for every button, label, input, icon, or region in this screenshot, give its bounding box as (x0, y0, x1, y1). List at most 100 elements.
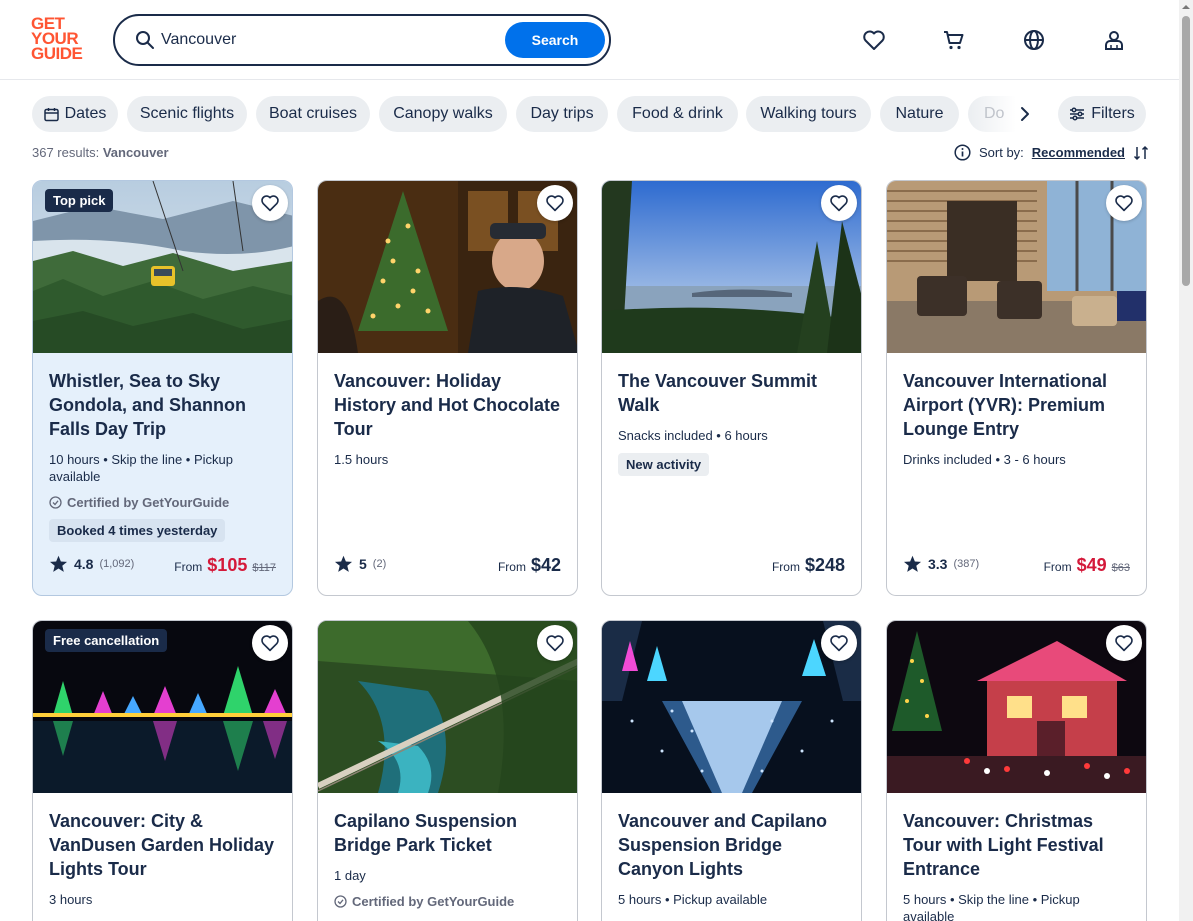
booked-badge: Booked 4 times yesterday (49, 519, 226, 542)
globe-icon[interactable] (1021, 27, 1047, 53)
page-scrollbar[interactable] (1179, 0, 1193, 921)
activity-image[interactable] (887, 181, 1146, 353)
chip-scenic-flights[interactable]: Scenic flights (127, 96, 247, 132)
info-icon[interactable] (954, 144, 971, 161)
top-pick-badge: Top pick (45, 189, 114, 212)
wishlist-heart-icon[interactable] (537, 625, 573, 661)
review-count: (1,092) (99, 558, 135, 570)
price-amount: $105 (207, 555, 248, 575)
check-badge-icon (334, 895, 347, 908)
star-icon (49, 555, 68, 572)
wishlist-heart-icon[interactable] (252, 185, 288, 221)
search-input[interactable] (161, 27, 491, 53)
certified-label: Certified by GetYourGuide (334, 894, 561, 909)
activity-image[interactable] (602, 621, 861, 793)
card-footer: 3.3 (387) From $49 $63 (903, 555, 1130, 577)
card-body: The Vancouver Summit Walk Snacks include… (602, 353, 861, 476)
chip-label: Canopy walks (393, 105, 493, 122)
activity-title[interactable]: Vancouver International Airport (YVR): P… (903, 369, 1130, 441)
card-footer: 5 (2) From $42 (334, 555, 561, 577)
filter-chips: Dates Scenic flights Boat cruises Canopy… (32, 96, 962, 132)
activity-meta: 5 hours • Pickup available (618, 892, 768, 907)
filters-label: Filters (1091, 105, 1135, 122)
chip-day-trips[interactable]: Day trips (516, 96, 608, 132)
wishlist-heart-icon[interactable] (1106, 625, 1142, 661)
activity-title[interactable]: Whistler, Sea to Sky Gondola, and Shanno… (49, 369, 276, 441)
search-icon (136, 31, 154, 49)
chevron-right-icon[interactable] (1012, 100, 1038, 128)
sort-label: Sort by: (979, 145, 1024, 160)
review-count: (387) (953, 558, 980, 570)
activity-image[interactable] (318, 181, 577, 353)
activity-meta: Snacks included • 6 hours (618, 428, 768, 443)
chip-label: Dates (64, 105, 107, 122)
wishlist-heart-icon[interactable] (1106, 185, 1142, 221)
chip-truncated[interactable]: Do (968, 96, 1016, 132)
activity-card[interactable]: Vancouver and Capilano Suspension Bridge… (601, 620, 862, 921)
filters-button[interactable]: Filters (1058, 96, 1146, 132)
price: From $248 (772, 555, 845, 576)
chip-label: Boat cruises (268, 105, 358, 122)
wishlist-heart-icon[interactable] (537, 185, 573, 221)
chip-boat-cruises[interactable]: Boat cruises (256, 96, 370, 132)
activity-title[interactable]: Capilano Suspension Bridge Park Ticket (334, 809, 561, 857)
calendar-icon (43, 107, 59, 121)
card-body: Capilano Suspension Bridge Park Ticket 1… (318, 793, 577, 909)
price-amount: $248 (804, 555, 845, 575)
top-header: GET YOUR GUIDE Search (0, 0, 1193, 80)
activity-image[interactable] (602, 181, 861, 353)
chip-label: Food & drink (632, 105, 723, 122)
chip-walking-tours[interactable]: Walking tours (746, 96, 871, 132)
chip-canopy-walks[interactable]: Canopy walks (379, 96, 507, 132)
activity-title[interactable]: Vancouver and Capilano Suspension Bridge… (618, 809, 845, 881)
heart-icon[interactable] (861, 27, 887, 53)
chip-food-drink[interactable]: Food & drink (617, 96, 738, 132)
sort-control[interactable]: Sort by: Recommended (954, 144, 1149, 161)
activity-title[interactable]: Vancouver: Holiday History and Hot Choco… (334, 369, 561, 441)
activity-card[interactable]: Vancouver International Airport (YVR): P… (886, 180, 1147, 596)
activity-meta: 3 hours (49, 892, 93, 907)
chip-nature[interactable]: Nature (880, 96, 959, 132)
wishlist-heart-icon[interactable] (821, 185, 857, 221)
search-button[interactable]: Search (505, 22, 605, 58)
sort-arrows-icon (1133, 145, 1149, 160)
activity-card[interactable]: Vancouver: Christmas Tour with Light Fes… (886, 620, 1147, 921)
card-body: Vancouver International Airport (YVR): P… (887, 353, 1146, 468)
cart-icon[interactable] (941, 27, 967, 53)
activity-image[interactable]: Top pick (33, 181, 292, 353)
activity-meta: 5 hours • Skip the line • Pickup availab… (903, 892, 1080, 921)
card-body: Vancouver: Christmas Tour with Light Fes… (887, 793, 1146, 921)
activity-image[interactable]: Free cancellation (33, 621, 292, 793)
card-body: Vancouver and Capilano Suspension Bridge… (602, 793, 861, 908)
star-icon (334, 555, 353, 572)
activity-meta: Drinks included • 3 - 6 hours (903, 452, 1066, 467)
card-footer: 4.8 (1,092) From $105 $117 (49, 555, 276, 577)
activity-image[interactable] (887, 621, 1146, 793)
activity-card[interactable]: Capilano Suspension Bridge Park Ticket 1… (317, 620, 578, 921)
scroll-up-arrow-icon[interactable] (1182, 3, 1190, 11)
activity-card[interactable]: The Vancouver Summit Walk Snacks include… (601, 180, 862, 596)
certified-text: Certified by GetYourGuide (352, 894, 515, 909)
sort-value[interactable]: Recommended (1032, 145, 1125, 160)
chip-dates[interactable]: Dates (32, 96, 118, 132)
rating-value: 5 (359, 556, 367, 572)
activity-card[interactable]: Top pick Whistler, Sea to Sky Gondola, a… (32, 180, 293, 596)
search-box: Search (113, 14, 611, 66)
wishlist-heart-icon[interactable] (252, 625, 288, 661)
scrollbar-thumb[interactable] (1182, 16, 1190, 286)
activity-title[interactable]: Vancouver: City & VanDusen Garden Holida… (49, 809, 276, 881)
results-count: 367 results: Vancouver (32, 145, 169, 160)
price: From $49 $63 (1044, 555, 1130, 576)
activity-title[interactable]: The Vancouver Summit Walk (618, 369, 845, 417)
activity-meta: 1 day (334, 868, 366, 883)
activity-card[interactable]: Free cancellation Vancouver: City & VanD… (32, 620, 293, 921)
price-from: From (771, 560, 800, 574)
wishlist-heart-icon[interactable] (821, 625, 857, 661)
activity-image[interactable] (318, 621, 577, 793)
activity-card[interactable]: Vancouver: Holiday History and Hot Choco… (317, 180, 578, 596)
price-amount: $42 (530, 555, 561, 575)
account-icon[interactable] (1101, 27, 1127, 53)
chip-label: Day trips (530, 105, 594, 122)
getyourguide-logo[interactable]: GET YOUR GUIDE (31, 15, 89, 64)
activity-title[interactable]: Vancouver: Christmas Tour with Light Fes… (903, 809, 1130, 881)
